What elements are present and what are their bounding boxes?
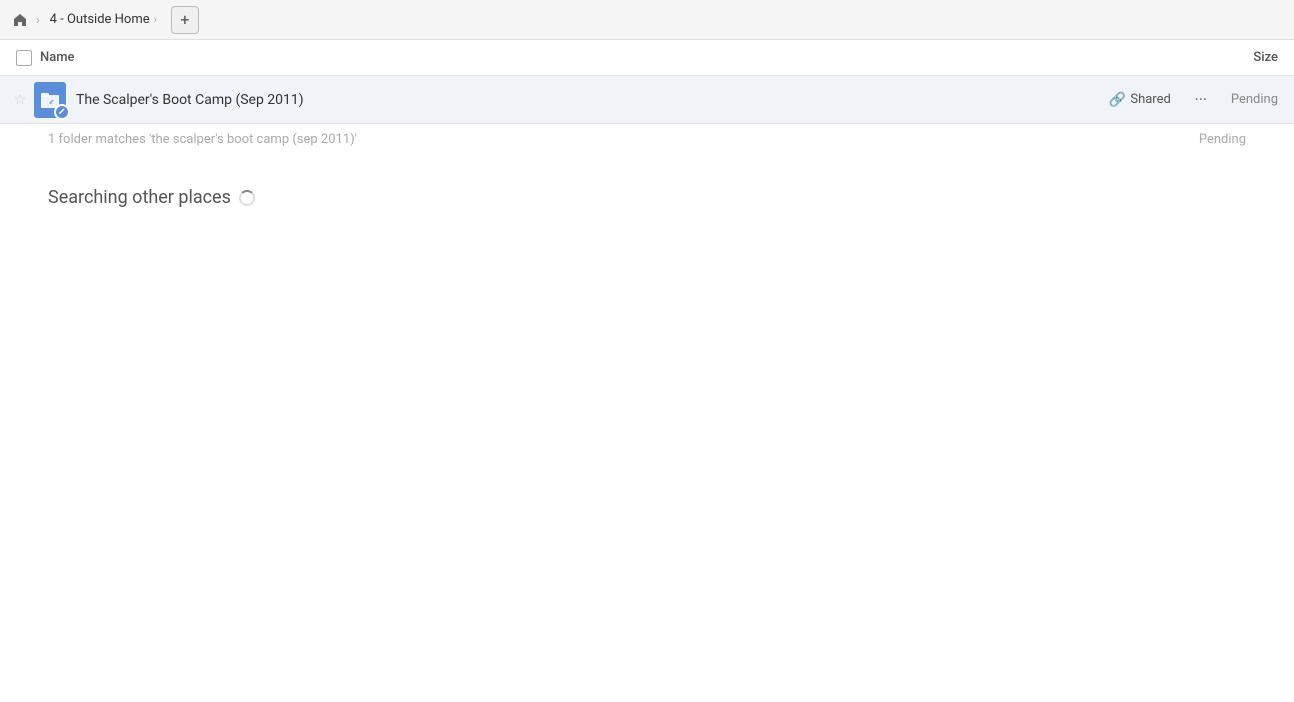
file-icon-wrapper <box>32 82 68 118</box>
breadcrumb-bar: › 4 - Outside Home › + <box>0 0 1294 40</box>
folder-icon <box>34 82 66 118</box>
size-column-header: Size <box>1206 50 1286 65</box>
star-icon[interactable]: ☆ <box>8 92 32 108</box>
file-badge <box>54 104 70 120</box>
shared-label: Shared <box>1130 92 1170 107</box>
file-row: ☆ The Scalper's Boot Camp (Sep 2011) 🔗 S… <box>0 76 1294 124</box>
name-column-header: Name <box>40 50 1206 65</box>
add-icon: + <box>180 10 189 29</box>
breadcrumb-separator: › <box>36 13 40 27</box>
search-count-text: 1 folder matches 'the scalper's boot cam… <box>48 132 357 147</box>
add-tab-button[interactable]: + <box>171 6 199 34</box>
more-dots-icon: ··· <box>1195 90 1208 109</box>
search-count-status: Pending <box>1199 132 1246 147</box>
column-headers: Name Size <box>0 40 1294 76</box>
searching-other-label: Searching other places <box>48 187 231 208</box>
loading-spinner <box>239 190 255 206</box>
status-badge: Pending <box>1231 92 1286 107</box>
shared-badge[interactable]: 🔗 Shared <box>1109 92 1171 108</box>
breadcrumb-current[interactable]: 4 - Outside Home › <box>44 10 163 29</box>
select-all-checkbox[interactable] <box>16 50 32 66</box>
searching-other-section: Searching other places <box>0 155 1294 224</box>
link-icon: 🔗 <box>1109 92 1126 108</box>
home-icon[interactable] <box>8 8 32 32</box>
file-name[interactable]: The Scalper's Boot Camp (Sep 2011) <box>76 92 1109 108</box>
breadcrumb-label: 4 - Outside Home <box>50 12 150 27</box>
more-options-button[interactable]: ··· <box>1187 86 1215 114</box>
select-all-checkbox-wrapper[interactable] <box>8 50 40 66</box>
breadcrumb-chevron: › <box>154 13 157 26</box>
star-glyph: ☆ <box>14 92 27 108</box>
search-results-row: 1 folder matches 'the scalper's boot cam… <box>0 124 1294 155</box>
